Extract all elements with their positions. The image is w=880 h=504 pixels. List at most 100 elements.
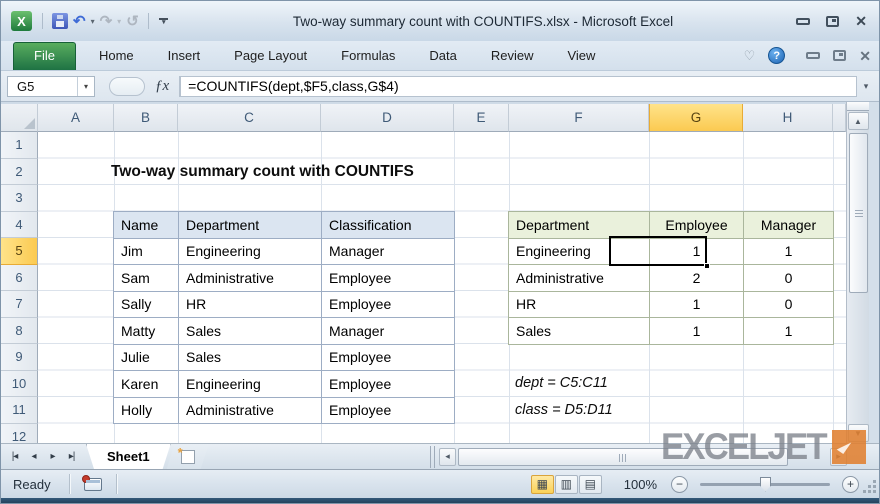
cell-c11[interactable]: Administrative (179, 398, 322, 425)
summary-header-manager[interactable]: Manager (744, 212, 834, 239)
row-header-1[interactable]: 1 (1, 132, 38, 159)
horizontal-scrollbar[interactable]: ◂ ▸ (439, 447, 847, 467)
restore-workbook-icon[interactable] (833, 50, 846, 61)
zoom-in-icon[interactable]: + (842, 476, 859, 493)
row-header-9[interactable]: 9 (1, 344, 38, 371)
cell-b5[interactable]: Jim (114, 239, 179, 266)
cell-c7[interactable]: HR (179, 292, 322, 319)
scroll-up-icon[interactable]: ▲ (848, 112, 869, 130)
macro-record-icon[interactable] (84, 478, 102, 491)
tab-data[interactable]: Data (412, 43, 473, 70)
column-header-h[interactable]: H (743, 104, 833, 132)
help-icon[interactable]: ? (768, 47, 785, 64)
column-header-d[interactable]: D (321, 104, 454, 132)
zoom-out-icon[interactable]: − (671, 476, 688, 493)
close-window-icon[interactable]: ✕ (855, 14, 867, 28)
select-all-button[interactable] (1, 104, 38, 132)
sheet-tab-sheet1[interactable]: Sheet1 (86, 444, 171, 469)
scroll-down-icon[interactable]: ▼ (848, 424, 869, 442)
cell-b9[interactable]: Julie (114, 345, 179, 372)
column-header-b[interactable]: B (114, 104, 178, 132)
zoom-slider-track[interactable] (700, 483, 830, 486)
row-header-3[interactable]: 3 (1, 185, 38, 212)
cell-h5[interactable]: 1 (744, 239, 834, 266)
column-header-e[interactable]: E (454, 104, 509, 132)
previous-sheet-icon[interactable]: ◂ (25, 448, 42, 466)
cell-g7[interactable]: 1 (650, 292, 744, 319)
name-box-dropdown-icon[interactable]: ▾ (77, 77, 94, 96)
formula-input[interactable]: =COUNTIFS(dept,$F5,class,G$4) (180, 76, 857, 97)
row-header-2[interactable]: 2 (1, 159, 38, 186)
insert-function-icon[interactable]: ƒx (153, 78, 179, 95)
last-sheet-icon[interactable]: ▸| (63, 448, 80, 466)
vertical-scroll-thumb[interactable] (849, 133, 868, 293)
close-workbook-icon[interactable]: ✕ (859, 49, 871, 63)
minimize-workbook-icon[interactable] (806, 52, 820, 59)
name-box[interactable]: G5 ▾ (7, 76, 95, 97)
source-header-classification[interactable]: Classification (322, 212, 455, 239)
restore-window-icon[interactable] (826, 16, 839, 27)
row-header-6[interactable]: 6 (1, 265, 38, 292)
first-sheet-icon[interactable]: |◂ (6, 448, 23, 466)
source-header-name[interactable]: Name (114, 212, 179, 239)
zoom-level[interactable]: 100% (624, 477, 657, 492)
save-icon[interactable] (52, 13, 68, 29)
next-sheet-icon[interactable]: ▸ (44, 448, 61, 466)
undo-icon[interactable]: ↶ (73, 14, 86, 29)
cell-d9[interactable]: Employee (322, 345, 455, 372)
minimize-window-icon[interactable] (796, 18, 810, 25)
cell-g6[interactable]: 2 (650, 265, 744, 292)
worksheet-grid[interactable]: 1 2 3 4 5 6 7 8 9 10 11 12 Two-way summa… (1, 132, 846, 443)
cell-c8[interactable]: Sales (179, 318, 322, 345)
resize-grip[interactable] (868, 485, 871, 488)
column-header-g-selected[interactable]: G (649, 104, 743, 132)
scroll-right-icon[interactable]: ▸ (830, 448, 847, 466)
fill-handle[interactable] (704, 263, 710, 269)
cell-b8[interactable]: Matty (114, 318, 179, 345)
tab-scrollbar-splitter[interactable] (430, 446, 435, 468)
cell-h8[interactable]: 1 (744, 318, 834, 345)
cell-f6[interactable]: Administrative (509, 265, 650, 292)
customize-quick-access-icon[interactable]: ▾ (158, 18, 170, 25)
cell-c9[interactable]: Sales (179, 345, 322, 372)
cell-b6[interactable]: Sam (114, 265, 179, 292)
insert-worksheet-button[interactable]: * (167, 444, 209, 469)
column-header-c[interactable]: C (178, 104, 321, 132)
cell-b7[interactable]: Sally (114, 292, 179, 319)
split-handle[interactable] (847, 102, 869, 111)
summary-header-employee[interactable]: Employee (650, 212, 744, 239)
excel-app-icon[interactable]: X (11, 11, 32, 31)
horizontal-scroll-thumb[interactable] (458, 448, 788, 466)
cell-d7[interactable]: Employee (322, 292, 455, 319)
tab-formulas[interactable]: Formulas (324, 43, 412, 70)
cell-d5[interactable]: Manager (322, 239, 455, 266)
column-header-f[interactable]: F (509, 104, 649, 132)
cell-h7[interactable]: 0 (744, 292, 834, 319)
cell-h6[interactable]: 0 (744, 265, 834, 292)
cell-f8[interactable]: Sales (509, 318, 650, 345)
cell-b10[interactable]: Karen (114, 371, 179, 398)
tab-insert[interactable]: Insert (151, 43, 218, 70)
cell-g8[interactable]: 1 (650, 318, 744, 345)
page-break-view-icon[interactable]: ▤ (579, 475, 602, 494)
tab-file[interactable]: File (13, 42, 76, 70)
row-header-12[interactable]: 12 (1, 424, 38, 444)
tab-review[interactable]: Review (474, 43, 551, 70)
row-header-8[interactable]: 8 (1, 318, 38, 345)
cell-d6[interactable]: Employee (322, 265, 455, 292)
row-header-4[interactable]: 4 (1, 212, 38, 239)
cell-d11[interactable]: Employee (322, 398, 455, 425)
minimize-ribbon-icon[interactable]: ♡ (744, 48, 756, 64)
expand-formula-bar-icon[interactable]: ▾ (857, 81, 875, 92)
summary-header-department[interactable]: Department (509, 212, 650, 239)
tab-view[interactable]: View (550, 43, 612, 70)
vertical-scrollbar[interactable]: ▲ ▼ (846, 102, 869, 443)
source-header-department[interactable]: Department (179, 212, 322, 239)
cell-c10[interactable]: Engineering (179, 371, 322, 398)
normal-view-icon[interactable]: ▦ (531, 475, 554, 494)
horizontal-scroll-track[interactable] (456, 448, 830, 466)
zoom-slider-thumb[interactable] (760, 477, 771, 492)
tab-home[interactable]: Home (82, 43, 151, 70)
cell-c6[interactable]: Administrative (179, 265, 322, 292)
row-header-5-selected[interactable]: 5 (1, 238, 38, 265)
